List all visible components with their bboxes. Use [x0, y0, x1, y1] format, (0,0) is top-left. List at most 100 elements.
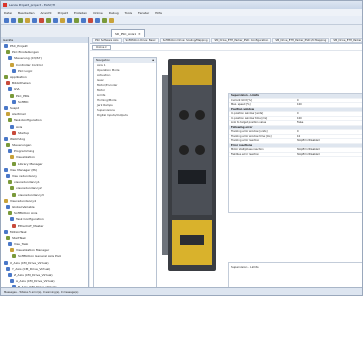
tree-item-label: SoftMotion Axis: [14, 211, 38, 216]
tree-item-label: Alertmail: [12, 112, 26, 117]
editor-subtab[interactable]: SM_Drive_ETH_Parker_PSD I/O Mapping: [272, 37, 330, 43]
window-title: Lenze Projekt_project - EASY/H: [9, 3, 55, 7]
editor-subtab[interactable]: SoftMotion Drive: Scaling/Mapping: [159, 37, 211, 43]
parameter-value[interactable]: False: [295, 121, 362, 125]
drive-front-panel: [172, 65, 212, 215]
parameter-name: Error reactions: [231, 143, 253, 147]
tree-item-label: Axis: [16, 124, 23, 129]
editor-subtab[interactable]: SoftMotion Drive: Basic: [122, 37, 159, 43]
tree-node-icon: [10, 248, 14, 253]
toolbar: [1, 16, 362, 25]
parameter-name: Position window: [231, 107, 255, 111]
toolbar-button[interactable]: [4, 17, 9, 23]
tree-item-label: SoftMC: [18, 99, 29, 104]
menu-item[interactable]: Bearbeiten: [18, 11, 34, 15]
tree-item-label: MotionTask: [10, 229, 27, 234]
navigation-item[interactable]: Digital Inputs/Outputs: [94, 113, 156, 118]
menu-item[interactable]: Hilfe: [155, 11, 162, 15]
tree-node-icon: [10, 124, 14, 129]
toolbar-button[interactable]: [88, 17, 93, 23]
parameter-value: [295, 108, 362, 112]
close-icon[interactable]: ✕: [138, 32, 141, 36]
tree-node-icon: [12, 68, 16, 73]
tree-node-icon: [6, 112, 10, 117]
parameter-value[interactable]: 10: [295, 135, 362, 139]
parameter-value[interactable]: 0: [295, 99, 362, 103]
tree-node-icon: [4, 44, 8, 49]
toolbar-button[interactable]: [67, 17, 72, 23]
messages-tab[interactable]: Messages - Totalus 5 error(s), 0 warning…: [4, 291, 78, 294]
menu-item[interactable]: Erstellen: [74, 11, 87, 15]
tree-node-icon: [8, 180, 12, 185]
menu-item[interactable]: Projekt: [58, 11, 68, 15]
editor-subtab[interactable]: PSC Software Axis: [92, 37, 122, 43]
toolbar-button[interactable]: [18, 17, 23, 23]
parameter-value[interactable]: 0: [295, 130, 362, 134]
parameter-value[interactable]: 100: [295, 103, 362, 107]
device-tree-panel: Geräte PSC_Projekt PLC Einstellungen Steue…: [1, 37, 89, 295]
drive-side-fin: [162, 75, 168, 255]
toolbar-button[interactable]: [32, 17, 37, 23]
tree-item-label: X_Axis (CM_Drive_Virtual): [10, 260, 49, 265]
toolbar-button[interactable]: [102, 17, 107, 23]
parameter-name: In position window time [ms]: [231, 116, 268, 120]
menu-item[interactable]: Fenster: [138, 11, 149, 15]
tree-item-label: A_Axis (CM_Drive_Virtual): [16, 279, 55, 284]
menu-item[interactable]: Ansicht: [41, 11, 52, 15]
toolbar-button[interactable]: [95, 17, 100, 23]
menu-item[interactable]: Tools: [125, 11, 132, 15]
navigation-list: Axis 1 Operation Mode Actuation Gear Motor/E…: [94, 63, 156, 118]
tree-node-icon: [12, 130, 16, 135]
toolbar-button[interactable]: [39, 17, 44, 23]
toolbar-button[interactable]: [109, 17, 114, 23]
tree-item-label: Visualization: [16, 155, 35, 160]
pin-icon[interactable]: ▪: [152, 58, 154, 63]
navigation-panel: Navigation ▪ Axis 1 Operation Mode Actuati…: [93, 57, 157, 289]
tree-node-icon: [8, 242, 12, 247]
tree-node-icon: [8, 273, 12, 278]
editor-subtab[interactable]: SM_Drive_ETH_Parker_PSD Objekt: [330, 37, 362, 43]
tree-node-icon: [4, 260, 8, 265]
tree-node-icon: [4, 105, 8, 110]
parameter-value[interactable]: 100: [295, 117, 362, 121]
tree-node-icon: [10, 62, 14, 67]
parameter-value[interactable]: StopErrorDisabled: [295, 153, 362, 157]
document-tab[interactable]: SD_PSC_Axis1 ✕: [111, 29, 145, 37]
menu-bar: Datei Bearbeiten Ansicht Projekt Erstellen On…: [1, 9, 362, 16]
toolbar-button[interactable]: [74, 17, 79, 23]
tree-item-label: Library Manager: [18, 161, 43, 166]
tree-node-icon: [6, 204, 10, 209]
parameter-value[interactable]: StopErrorDisabled: [295, 139, 362, 143]
tree-item-label: EtherCAT_Master: [18, 223, 44, 228]
tree-item-label: Visu redundancy: [12, 174, 38, 179]
parameter-value[interactable]: 0: [295, 112, 362, 116]
editor-subtabs: PSC Software Axis SoftMotion Drive: Basic…: [90, 37, 362, 44]
toolbar-button[interactable]: [53, 17, 58, 23]
app-icon: [3, 3, 7, 7]
parameter-value[interactable]: StopErrorDisabled: [295, 148, 362, 152]
tree-node-icon: [10, 93, 14, 98]
tree-node-icon: [12, 99, 16, 104]
toolbar-button[interactable]: [81, 17, 86, 23]
menu-item[interactable]: Debug: [109, 11, 119, 15]
toolbar-button[interactable]: [46, 17, 51, 23]
toolbar-button[interactable]: [11, 17, 16, 23]
parameter-name: Current limit [%]: [231, 98, 252, 102]
online-dropdown[interactable]: Online ▾: [92, 44, 111, 50]
tree-item-label: Startup: [18, 130, 30, 135]
parameter-row[interactable]: Fieldbus error reaction StopErrorDisabled: [229, 153, 362, 157]
supervision-label: Supervision - Limits: [231, 265, 259, 269]
menu-item[interactable]: Datei: [4, 11, 12, 15]
tree-item-label: Task-Konfiguration: [14, 118, 42, 123]
tree-node-icon: [10, 186, 14, 191]
tree-node-icon: [8, 118, 12, 123]
toolbar-button[interactable]: [60, 17, 65, 23]
tree-item-label: Bibliotheken: [12, 81, 31, 86]
menu-item[interactable]: Online: [93, 11, 103, 15]
tree-node-icon: [6, 81, 10, 86]
toolbar-button[interactable]: [25, 17, 30, 23]
parameter-table: Supervision - Limits Current limit [%] 0 Ma…: [228, 93, 362, 213]
editor-subtab[interactable]: SM_Drive_ETH_Parker_PSD: Configuration: [211, 37, 272, 43]
tree-node-icon: [12, 192, 16, 197]
tree-item-label: PLC Einstellungen: [12, 50, 39, 55]
